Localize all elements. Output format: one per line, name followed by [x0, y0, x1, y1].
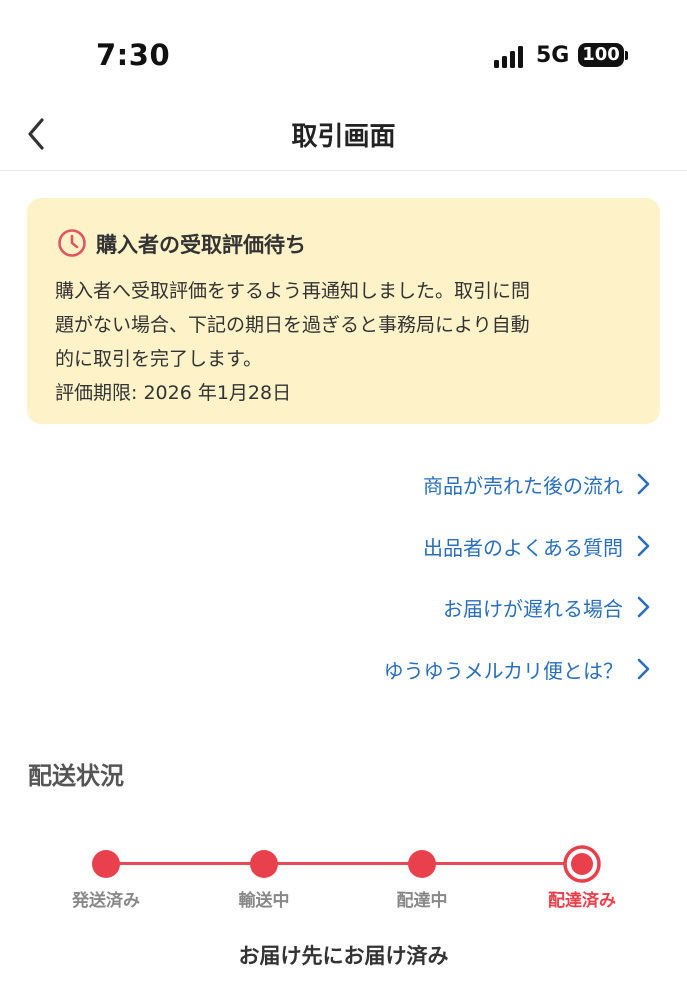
- network-label: 5G: [536, 43, 570, 68]
- notice-card: 購入者の受取評価待ち 購入者へ受取評価をするよう再通知しました。取引に問 題がな…: [27, 198, 660, 424]
- link-label: 商品が売れた後の流れ: [423, 473, 623, 498]
- nav-bar: 取引画面: [0, 100, 687, 171]
- link-label: 出品者のよくある質問: [423, 535, 623, 560]
- step-dot-out-for-delivery: [408, 850, 436, 878]
- battery-icon: 100: [578, 43, 624, 67]
- clock-icon: [58, 229, 86, 257]
- link-delivery-delay[interactable]: お届けが遅れる場合: [443, 587, 651, 627]
- battery-tip: [625, 51, 628, 60]
- notice-line: 的に取引を完了します。: [55, 348, 263, 370]
- delivery-tracker: 発送済み 輸送中 配達中 配達済み: [0, 830, 687, 930]
- delivery-section-title: 配送状況: [28, 762, 124, 790]
- notice-line: 題がない場合、下記の期日を過ぎると事務局により自動: [55, 314, 530, 336]
- chevron-right-icon: [637, 596, 650, 618]
- step-label-shipped: 発送済み: [72, 891, 140, 911]
- delivery-status-text: お届け先にお届け済み: [238, 944, 449, 968]
- step-dot-in-transit: [250, 850, 278, 878]
- evaluation-deadline: 評価期限: 2026 年1月28日: [55, 382, 292, 404]
- chevron-right-icon: [637, 535, 650, 557]
- step-label-in-transit: 輸送中: [238, 891, 290, 911]
- notice-line: 購入者へ受取評価をするよう再通知しました。取引に問: [55, 280, 531, 302]
- page-title: 取引画面: [291, 122, 396, 152]
- notice-body: 購入者へ受取評価をするよう再通知しました。取引に問 題がない場合、下記の期日を過…: [55, 274, 645, 410]
- status-bar: 7:30 5G 100: [0, 0, 687, 100]
- signal-icon: [494, 46, 523, 68]
- link-seller-faq[interactable]: 出品者のよくある質問: [423, 526, 651, 566]
- step-label-delivered: 配達済み: [548, 891, 616, 911]
- link-yuyu-mercari-bin[interactable]: ゆうゆうメルカリ便とは？: [384, 649, 651, 689]
- link-label: ゆうゆうメルカリ便とは？: [383, 658, 623, 683]
- notice-title: 購入者の受取評価待ち: [96, 233, 306, 257]
- status-time: 7:30: [96, 38, 171, 72]
- link-flow-after-sale[interactable]: 商品が売れた後の流れ: [423, 464, 651, 504]
- step-dot-delivered: [563, 845, 601, 883]
- chevron-right-icon: [637, 473, 650, 495]
- step-label-out-for-delivery: 配達中: [396, 891, 448, 911]
- chevron-right-icon: [637, 658, 650, 680]
- step-dot-shipped: [92, 850, 120, 878]
- link-label: お届けが遅れる場合: [443, 596, 623, 621]
- tracker-line: [106, 862, 582, 865]
